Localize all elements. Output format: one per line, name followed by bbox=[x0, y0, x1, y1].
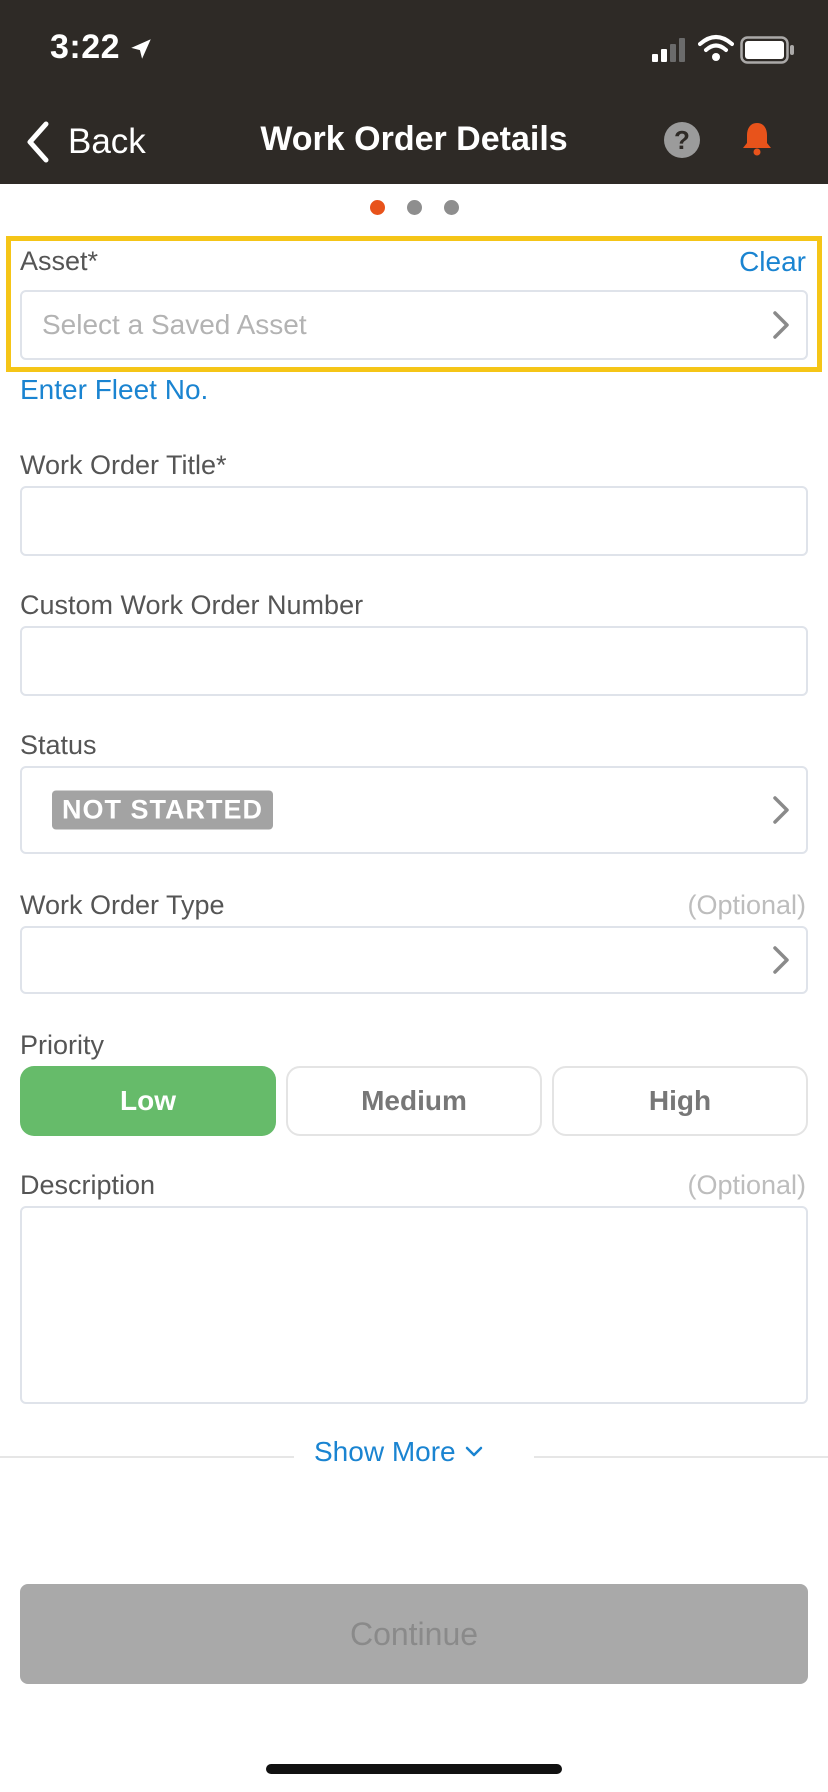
chevron-right-icon bbox=[773, 796, 789, 824]
page-dot bbox=[443, 200, 459, 215]
show-more-label: Show More bbox=[314, 1436, 456, 1467]
description-optional: (Optional) bbox=[687, 1170, 806, 1200]
asset-label: Asset* bbox=[20, 246, 99, 276]
page-indicator bbox=[0, 200, 828, 215]
priority-label: Priority bbox=[20, 1030, 105, 1060]
chevron-right-icon bbox=[773, 946, 789, 974]
continue-button[interactable]: Continue bbox=[20, 1584, 808, 1684]
description-textarea[interactable] bbox=[20, 1206, 808, 1404]
page-dot-active bbox=[369, 200, 385, 215]
status-badge: NOT STARTED bbox=[52, 790, 273, 830]
signal-icon bbox=[652, 38, 685, 62]
wifi-icon bbox=[698, 35, 734, 61]
priority-high-button[interactable]: High bbox=[552, 1066, 808, 1136]
chevron-right-icon bbox=[773, 311, 789, 339]
work-order-title-input[interactable] bbox=[20, 486, 808, 556]
show-more-button[interactable]: Show More bbox=[314, 1436, 484, 1468]
asset-placeholder: Select a Saved Asset bbox=[42, 309, 307, 340]
bell-icon[interactable] bbox=[740, 120, 774, 156]
chevron-down-icon bbox=[465, 1446, 482, 1457]
description-label: Description bbox=[20, 1170, 156, 1200]
page-dot bbox=[406, 200, 422, 215]
asset-select[interactable]: Select a Saved Asset bbox=[20, 290, 808, 360]
enter-fleet-number-link[interactable]: Enter Fleet No. bbox=[20, 374, 208, 406]
page-title: Work Order Details bbox=[260, 120, 568, 158]
help-icon[interactable]: ? bbox=[664, 122, 700, 158]
battery-icon bbox=[740, 36, 794, 64]
clear-asset-link[interactable]: Clear bbox=[739, 246, 806, 278]
status-label: Status bbox=[20, 730, 97, 760]
divider bbox=[0, 1456, 294, 1458]
top-bar: 3:22 Back Work Order Details ? bbox=[0, 0, 828, 184]
custom-number-input[interactable] bbox=[20, 626, 808, 696]
location-arrow-icon bbox=[131, 39, 151, 59]
work-order-title-label: Work Order Title* bbox=[20, 450, 227, 480]
priority-low-button[interactable]: Low bbox=[20, 1066, 276, 1136]
home-indicator bbox=[266, 1764, 562, 1774]
work-order-type-label: Work Order Type bbox=[20, 890, 225, 920]
divider bbox=[534, 1456, 828, 1458]
priority-medium-button[interactable]: Medium bbox=[286, 1066, 542, 1136]
status-time: 3:22 bbox=[50, 28, 121, 66]
custom-number-label: Custom Work Order Number bbox=[20, 590, 364, 620]
work-order-type-optional: (Optional) bbox=[687, 890, 806, 920]
work-order-type-select[interactable] bbox=[20, 926, 808, 994]
status-select[interactable]: NOT STARTED bbox=[20, 766, 808, 854]
